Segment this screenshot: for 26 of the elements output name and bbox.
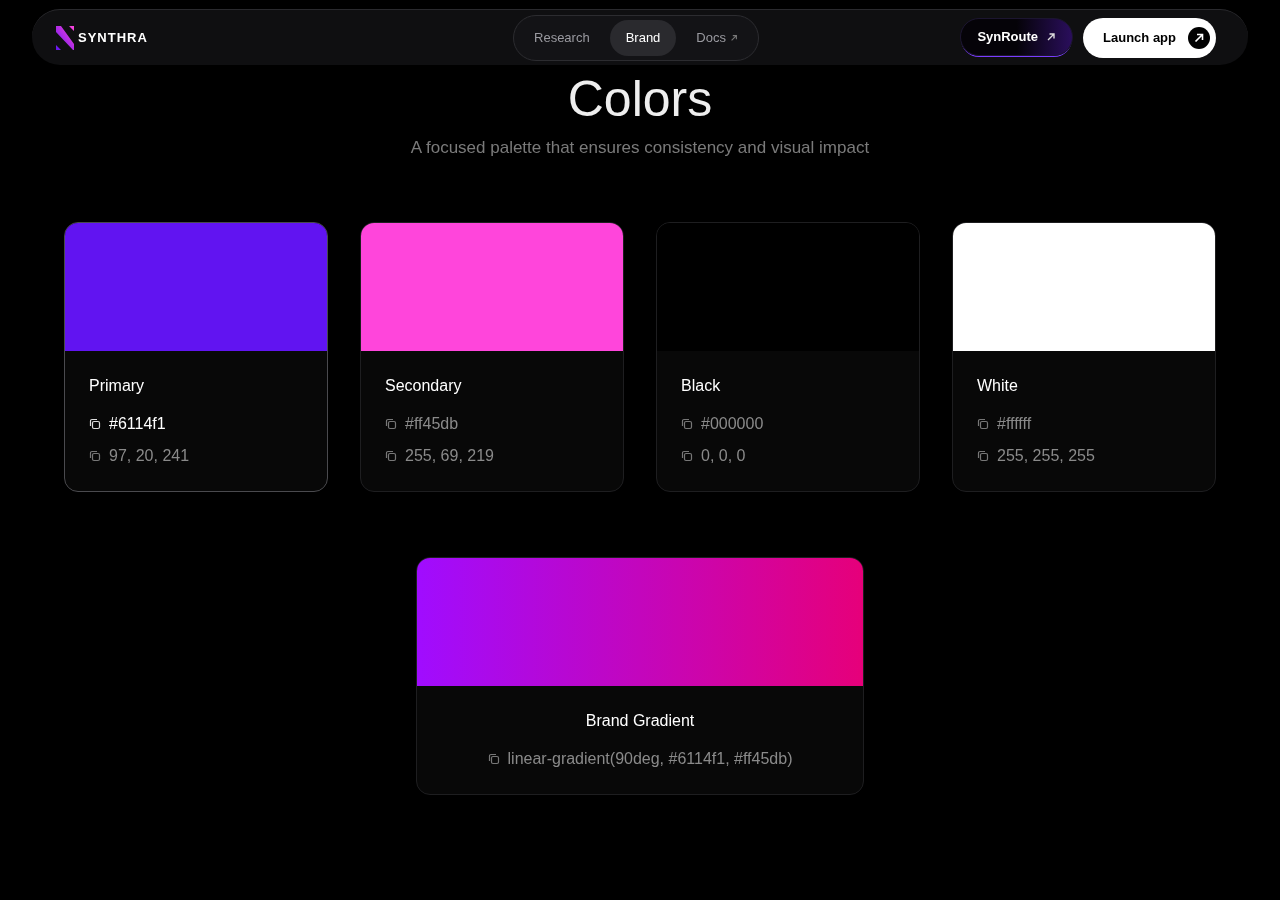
hex-value: #ff45db — [405, 415, 459, 433]
nav-tab[interactable]: Docs — [680, 19, 754, 56]
hex-value: #ffffff — [997, 415, 1032, 433]
color-name: Secondary — [385, 377, 462, 395]
gradient-value: linear-gradient(90deg, #6114f1, #ff45db) — [507, 750, 793, 768]
arrow-icon — [1046, 31, 1057, 42]
copy-icon[interactable] — [89, 418, 101, 430]
nav-tab[interactable]: Research — [518, 19, 606, 56]
synroute-button[interactable]: SynRoute — [960, 17, 1074, 56]
launch-app-button[interactable]: Launch app — [1083, 17, 1216, 58]
rgb-value: 255, 69, 219 — [405, 447, 494, 465]
hex-value: #6114f1 — [109, 415, 166, 433]
page-heading: Colors — [567, 74, 713, 124]
page-subtitle: A focused palette that ensures consistency and visual impact — [410, 138, 870, 158]
rgb-value: 97, 20, 241 — [109, 447, 190, 465]
rgb-value: 255, 255, 255 — [997, 447, 1095, 465]
nav-tab[interactable]: Brand — [609, 19, 677, 56]
logo-icon[interactable] — [56, 25, 74, 50]
brand-name: SYNTHRA — [78, 30, 148, 45]
color-name: Primary — [89, 377, 145, 395]
color-name: Black — [681, 377, 721, 395]
rgb-value: 0, 0, 0 — [701, 447, 746, 465]
color-name: White — [977, 377, 1018, 395]
arrow-icon — [730, 33, 738, 42]
hex-value: #000000 — [701, 415, 764, 433]
color-name: Brand Gradient — [585, 712, 695, 730]
